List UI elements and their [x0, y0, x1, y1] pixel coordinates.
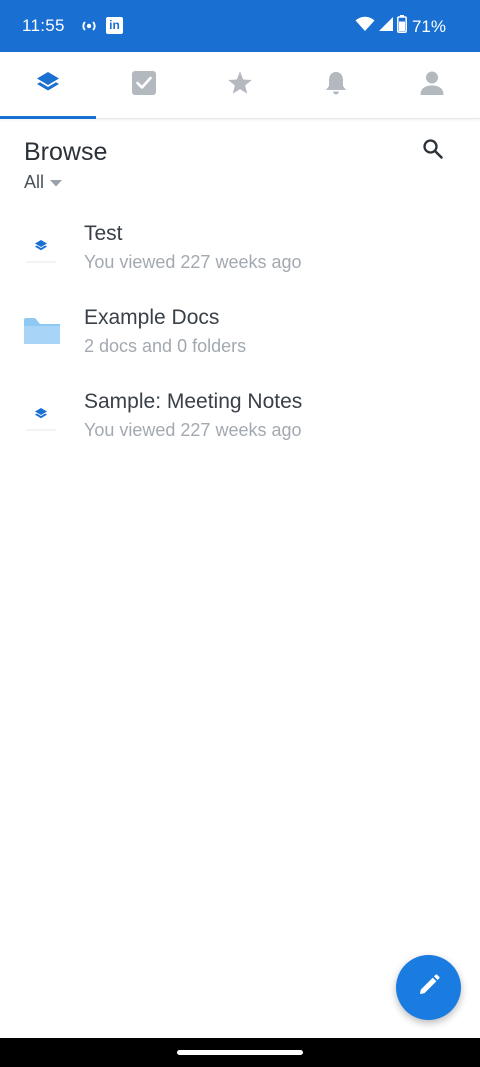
battery-icon: [397, 15, 407, 38]
radio-icon: [80, 17, 98, 35]
item-title: Example Docs: [84, 306, 220, 329]
bell-icon: [322, 69, 350, 102]
tab-bar: [0, 52, 480, 119]
tab-tasks[interactable]: [96, 52, 192, 118]
page-title: Browse: [24, 138, 108, 166]
star-icon: [226, 69, 254, 102]
list-item[interactable]: Test You viewed 227 weeks ago: [0, 200, 480, 284]
item-subtitle: You viewed 227 weeks ago: [84, 252, 302, 272]
item-subtitle: 2 docs and 0 folders: [84, 336, 247, 356]
home-handle[interactable]: [177, 1050, 303, 1055]
caret-down-icon: [50, 172, 63, 193]
search-icon: [421, 137, 445, 166]
system-nav-bar: [0, 1038, 480, 1067]
tab-browse[interactable]: [0, 52, 96, 119]
tab-profile[interactable]: [384, 52, 480, 118]
tab-starred[interactable]: [192, 52, 288, 118]
document-icon: [24, 394, 60, 434]
tab-notifications[interactable]: [288, 52, 384, 118]
pencil-icon: [417, 973, 441, 1002]
status-bar: 11:55 in 71%: [0, 0, 480, 52]
list-item[interactable]: Example Docs 2 docs and 0 folders: [0, 284, 480, 368]
battery-percent: 71%: [411, 16, 446, 36]
filter-label: All: [24, 172, 45, 192]
item-subtitle: You viewed 227 weeks ago: [84, 420, 302, 440]
wifi-icon: [355, 16, 375, 37]
linkedin-icon: in: [106, 17, 123, 34]
list-item[interactable]: Sample: Meeting Notes You viewed 227 wee…: [0, 368, 480, 452]
item-title: Test: [84, 222, 123, 245]
compose-button[interactable]: [396, 955, 461, 1020]
browse-list: Test You viewed 227 weeks ago Example Do…: [0, 200, 480, 452]
folder-icon: [24, 310, 60, 350]
search-button[interactable]: [416, 134, 450, 168]
status-right: 71%: [355, 15, 446, 38]
checkbox-icon: [130, 69, 158, 102]
document-icon: [24, 226, 60, 266]
item-title: Sample: Meeting Notes: [84, 390, 303, 413]
person-icon: [418, 69, 446, 102]
status-time: 11:55: [22, 16, 65, 35]
layers-icon: [34, 69, 62, 102]
filter-dropdown[interactable]: All: [24, 172, 63, 193]
signal-icon: [378, 16, 394, 37]
